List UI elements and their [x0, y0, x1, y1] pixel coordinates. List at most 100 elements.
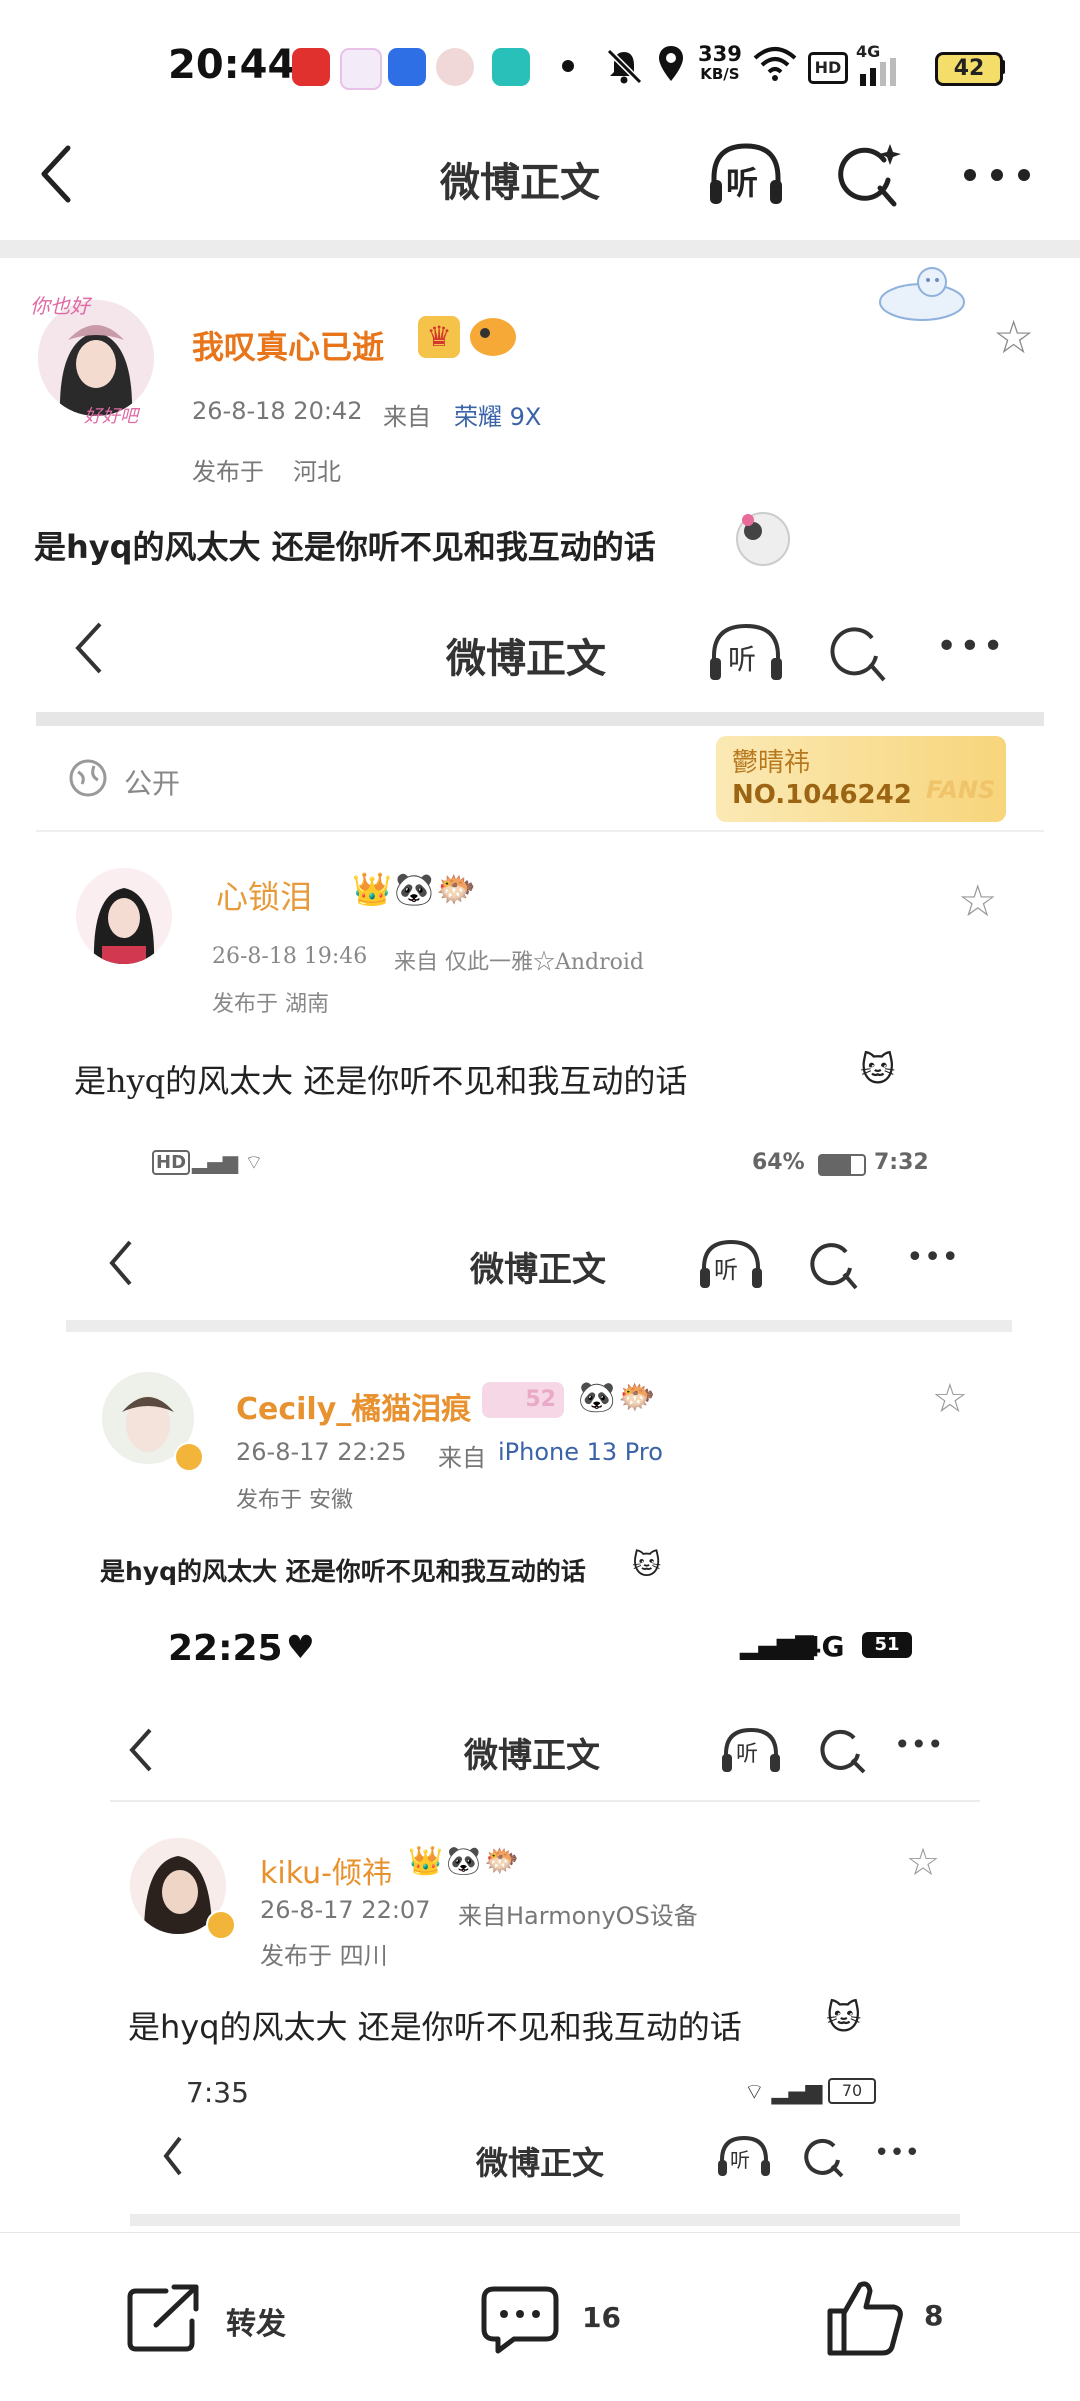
search-icon: [830, 627, 886, 682]
crown-badge-icon: 👑: [352, 870, 392, 908]
embedded-post-text: 是hyq的风太大 还是你听不见和我互动的话: [128, 2008, 742, 2046]
app-notification-icon: [292, 48, 330, 86]
search-icon: [820, 1729, 866, 1774]
mute-bell-icon: [606, 48, 643, 85]
embedded-time: 26-8-17 22:25: [236, 1438, 407, 1466]
username[interactable]: 我叹真心已逝: [192, 322, 384, 368]
favorite-star-icon[interactable]: ☆: [993, 310, 1034, 364]
listen-button[interactable]: 听: [706, 140, 786, 210]
level-badge: 52: [482, 1382, 564, 1418]
device-name[interactable]: 荣耀 9X: [454, 397, 541, 432]
location: 河北: [293, 458, 341, 486]
signal-icon: ⌔ ▂▄▆: [744, 2080, 823, 2105]
cat-emoji-icon: 🐱: [632, 1548, 662, 1581]
fish-badge-icon: 🐡: [484, 1844, 519, 1877]
embedded-location: 发布于 四川: [260, 1942, 388, 1970]
embedded-username: 心锁泪: [216, 878, 313, 916]
app-notification-icon: [340, 48, 382, 90]
embedded-location: 发布于 湖南: [212, 992, 329, 1017]
avatar-sticker-text: 你也好: [30, 294, 90, 318]
avatar: [76, 868, 172, 964]
battery-percent: 64%: [752, 1150, 805, 1175]
panda-badge-icon: 🐼: [578, 1380, 616, 1415]
panda-badge-icon: 🐼: [394, 870, 434, 908]
cat-emoji-icon: [736, 512, 790, 566]
favorite-star-icon: ☆: [906, 1840, 941, 1884]
fish-badge-icon[interactable]: [470, 318, 516, 356]
bottom-action-bar: 转发 16 8: [0, 2232, 1080, 2401]
back-icon: [109, 1240, 132, 1286]
cat-emoji-icon: 🐱: [826, 1998, 862, 2038]
source-prefix: 来自: [383, 403, 431, 431]
avatar-sticker-text: 好好吧: [84, 406, 138, 427]
more-dots-icon: •••: [936, 626, 1006, 667]
repost-button[interactable]: 转发: [126, 2283, 296, 2353]
like-button[interactable]: 8: [826, 2277, 966, 2357]
listen-label: 听: [726, 164, 759, 202]
verified-badge-icon: [206, 1910, 236, 1940]
crown-badge-icon[interactable]: ♛: [418, 316, 460, 358]
embedded-username: Cecily_橘猫泪痕: [236, 1392, 472, 1427]
decorative-sticker-icon: [879, 267, 965, 321]
search-icon[interactable]: [832, 140, 902, 210]
comment-icon: [481, 2286, 559, 2354]
thumbs-up-icon: [827, 2281, 903, 2356]
like-count: 8: [924, 2299, 944, 2332]
fish-badge-icon: 🐡: [436, 870, 476, 908]
listen-label: 听: [736, 1742, 759, 1767]
net-speed: 339 KB/S: [698, 42, 742, 84]
embedded-screenshot: 微博正文 听 ••• 公开 鬱晴祎 NO.1046242 FANS 心锁泪 👑 …: [36, 590, 1044, 1136]
embedded-title: 微博正文: [446, 635, 606, 682]
comment-count: 16: [582, 2301, 621, 2334]
embedded-device: iPhone 13 Pro: [498, 1438, 663, 1466]
more-dots-icon: •••: [906, 1240, 960, 1275]
baidu-app-icon: [388, 48, 426, 86]
embedded-username: kiku-倾祎: [260, 1856, 392, 1891]
embedded-location: 发布于 安徽: [236, 1488, 353, 1513]
more-dots-icon: •••: [874, 2138, 921, 2168]
more-dots-icon: •••: [894, 1728, 944, 1761]
embedded-source: 来自HarmonyOS设备: [458, 1902, 698, 1930]
network-type: 4G: [802, 1630, 845, 1663]
verified-badge-icon: [174, 1442, 204, 1472]
fish-badge-icon: 🐡: [618, 1380, 656, 1415]
battery-indicator: 42: [935, 52, 1003, 86]
back-icon: [129, 1728, 152, 1772]
search-icon: [810, 1243, 858, 1290]
location-prefix: 发布于: [192, 458, 264, 486]
embedded-source-prefix: 来自: [438, 1444, 486, 1472]
listen-label: 听: [728, 643, 757, 676]
status-time: 20:44: [168, 42, 296, 88]
listen-label: 听: [730, 2148, 750, 2172]
embedded-time: 26-8-17 22:07: [260, 1896, 431, 1924]
embedded-status-time: 22:25: [168, 1628, 283, 1669]
back-icon[interactable]: [36, 142, 76, 206]
post-time: 26-8-18 20:42: [192, 397, 363, 425]
embedded-screenshot: 7:35 ⌔ ▂▄▆ 70 微博正文 听 •••: [130, 2068, 960, 2232]
avatar-image: [76, 868, 172, 964]
embedded-divider: [36, 712, 1044, 726]
post-text: 是hyq的风太大 还是你听不见和我互动的话: [34, 528, 656, 566]
comment-button[interactable]: 16: [480, 2285, 630, 2355]
more-button[interactable]: [962, 160, 1032, 190]
panda-badge-icon: 🐼: [446, 1844, 481, 1877]
location-icon: [659, 46, 683, 81]
visibility-label: 公开: [124, 767, 181, 800]
embedded-post-text: 是hyq的风太大 还是你听不见和我互动的话: [100, 1557, 586, 1586]
repost-icon: [127, 2284, 199, 2352]
battery-indicator: 70: [828, 2078, 876, 2104]
back-icon: [75, 622, 102, 674]
cat-emoji-icon: 🐱: [860, 1050, 896, 1090]
signal-icon: ▂▄▆ ⌔: [192, 1150, 264, 1174]
embedded-post-text: 是hyq的风太大 还是你听不见和我互动的话: [74, 1062, 688, 1100]
embedded-title: 微博正文: [476, 2144, 605, 2182]
dot-icon: [562, 60, 574, 72]
page-title: 微博正文: [440, 160, 600, 206]
globe-icon: [69, 759, 107, 797]
favorite-star-icon: ☆: [958, 876, 998, 927]
avatar-notification-icon: [436, 48, 474, 86]
chat-app-icon: [492, 48, 530, 86]
header-divider: [0, 240, 1080, 258]
hd-badge: HD: [808, 52, 848, 84]
battery-tip: [1000, 60, 1005, 74]
